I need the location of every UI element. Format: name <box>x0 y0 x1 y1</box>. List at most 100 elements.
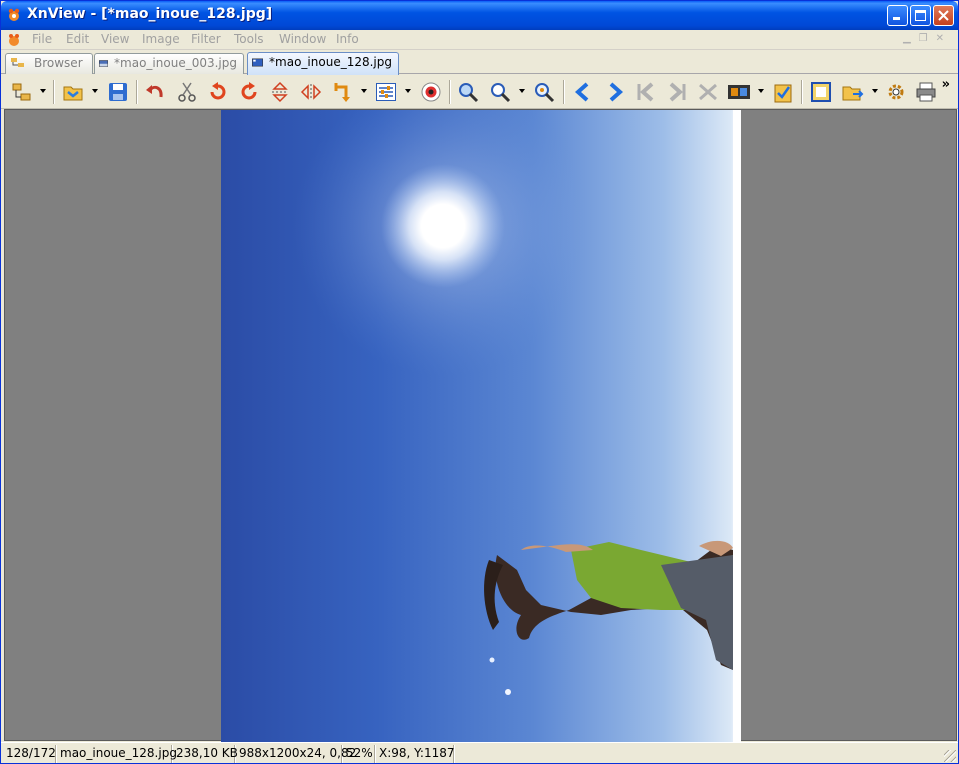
dropdown-arrow-icon[interactable] <box>519 89 525 93</box>
toolbar-separator <box>449 80 450 104</box>
cut-button[interactable] <box>174 79 200 105</box>
previous-button[interactable] <box>570 79 596 105</box>
menu-info[interactable]: Info <box>336 32 359 46</box>
export-button[interactable] <box>840 79 866 105</box>
mdi-close-icon[interactable]: ✕ <box>936 33 952 44</box>
slideshow-button[interactable] <box>726 79 752 105</box>
folder-arrow-icon <box>842 86 864 101</box>
settings-button[interactable] <box>883 79 909 105</box>
menu-view[interactable]: View <box>101 32 129 46</box>
main-toolbar: » <box>1 75 958 109</box>
first-page-icon <box>637 82 654 102</box>
maximize-icon <box>915 10 926 21</box>
menu-file[interactable]: File <box>32 32 52 46</box>
menu-tools[interactable]: Tools <box>234 32 264 46</box>
print-button[interactable] <box>913 79 939 105</box>
xnview-app-icon[interactable] <box>7 8 21 22</box>
toolbar-separator <box>53 80 54 104</box>
mdi-restore-icon[interactable]: ❐ <box>919 33 936 44</box>
fullscreen-icon <box>811 82 831 102</box>
random-button[interactable] <box>695 79 721 105</box>
zoom-out-icon <box>491 83 511 103</box>
menu-filter[interactable]: Filter <box>191 32 221 46</box>
mdi-window-controls[interactable]: ▁❐✕ <box>903 33 952 44</box>
app-window: XnView - [*mao_inoue_128.jpg] File Edit … <box>0 0 959 764</box>
close-button[interactable] <box>933 5 954 26</box>
status-bar: 128/172 mao_inoue_128.jpg 238,10 KB 988x… <box>1 742 958 763</box>
displayed-photo[interactable] <box>221 110 741 742</box>
save-button[interactable] <box>105 79 131 105</box>
status-dimensions: 988x1200x24, 0,82 <box>236 745 356 763</box>
first-button[interactable] <box>633 79 659 105</box>
zoom-in-icon <box>459 83 479 103</box>
resize-grip-icon[interactable] <box>944 750 956 762</box>
transform-arrows-icon <box>334 83 350 102</box>
zoom-fit-button[interactable] <box>531 79 557 105</box>
tab-browser[interactable]: Browser <box>5 53 93 74</box>
tab-bar: Browser *mao_inoue_003.jpg *mao_inoue_12… <box>1 50 958 75</box>
menu-image[interactable]: Image <box>142 32 180 46</box>
status-coordinates: X:98, Y:1187 <box>376 745 454 763</box>
person-figure <box>484 540 733 670</box>
gear-search-icon <box>888 84 904 100</box>
title-bar[interactable]: XnView - [*mao_inoue_128.jpg] <box>1 1 958 30</box>
dropdown-arrow-icon[interactable] <box>872 89 878 93</box>
flip-vertical-button[interactable] <box>267 79 293 105</box>
flip-horizontal-button[interactable] <box>298 79 324 105</box>
last-button[interactable] <box>664 79 690 105</box>
dropdown-arrow-icon[interactable] <box>758 89 764 93</box>
dropdown-arrow-icon[interactable] <box>405 89 411 93</box>
filmstrip-icon <box>728 85 750 99</box>
open-button[interactable] <box>61 79 87 105</box>
tab-mao-inoue-128[interactable]: *mao_inoue_128.jpg <box>247 52 399 75</box>
clipboard-check-icon <box>774 84 792 103</box>
arrow-right-icon <box>609 82 624 102</box>
minimize-button[interactable] <box>887 5 908 26</box>
open-folder-icon <box>63 86 83 101</box>
set-wallpaper-button[interactable] <box>770 79 796 105</box>
rotate-left-icon <box>210 82 226 100</box>
save-disk-icon <box>109 83 127 101</box>
mdi-minimize-icon[interactable]: ▁ <box>903 33 919 44</box>
window-title: XnView - [*mao_inoue_128.jpg] <box>27 6 273 22</box>
rotate-left-button[interactable] <box>205 79 231 105</box>
flip-vertical-icon <box>272 81 288 103</box>
next-button[interactable] <box>602 79 628 105</box>
menu-bar: File Edit View Image Filter Tools Window… <box>1 30 958 50</box>
zoom-in-button[interactable] <box>455 79 481 105</box>
fullscreen-button[interactable] <box>808 79 834 105</box>
scissors-icon <box>178 82 196 102</box>
close-icon <box>938 10 949 21</box>
toolbar-separator <box>563 80 564 104</box>
shuffle-icon <box>699 83 717 101</box>
browser-button[interactable] <box>9 79 35 105</box>
status-filename: mao_inoue_128.jpg <box>57 745 177 763</box>
maximize-button[interactable] <box>910 5 931 26</box>
photo-image <box>293 110 741 742</box>
tab-label: Browser <box>34 56 83 70</box>
tab-label: *mao_inoue_128.jpg <box>269 55 392 69</box>
undo-button[interactable] <box>142 79 168 105</box>
rotate-right-button[interactable] <box>236 79 262 105</box>
tab-mao-inoue-003[interactable]: *mao_inoue_003.jpg <box>94 53 244 74</box>
dropdown-arrow-icon[interactable] <box>92 89 98 93</box>
zoom-out-button[interactable] <box>487 79 513 105</box>
dropdown-arrow-icon[interactable] <box>361 89 367 93</box>
dropdown-arrow-icon[interactable] <box>40 89 46 93</box>
image-viewer[interactable] <box>4 109 957 742</box>
document-system-icon[interactable] <box>7 33 21 47</box>
last-page-icon <box>669 82 686 102</box>
toolbar-separator <box>136 80 137 104</box>
menu-edit[interactable]: Edit <box>66 32 89 46</box>
printer-icon <box>916 82 936 102</box>
toolbar-overflow-button[interactable]: » <box>942 77 950 92</box>
minimize-icon <box>893 17 900 20</box>
zoom-fit-icon <box>535 83 555 103</box>
browser-tree-icon <box>11 58 24 67</box>
adjust-button[interactable] <box>373 79 399 105</box>
transform-button[interactable] <box>330 79 356 105</box>
menu-window[interactable]: Window <box>279 32 326 46</box>
rotate-right-icon <box>241 82 257 100</box>
red-eye-button[interactable] <box>418 79 444 105</box>
browser-tree-icon <box>12 83 31 101</box>
